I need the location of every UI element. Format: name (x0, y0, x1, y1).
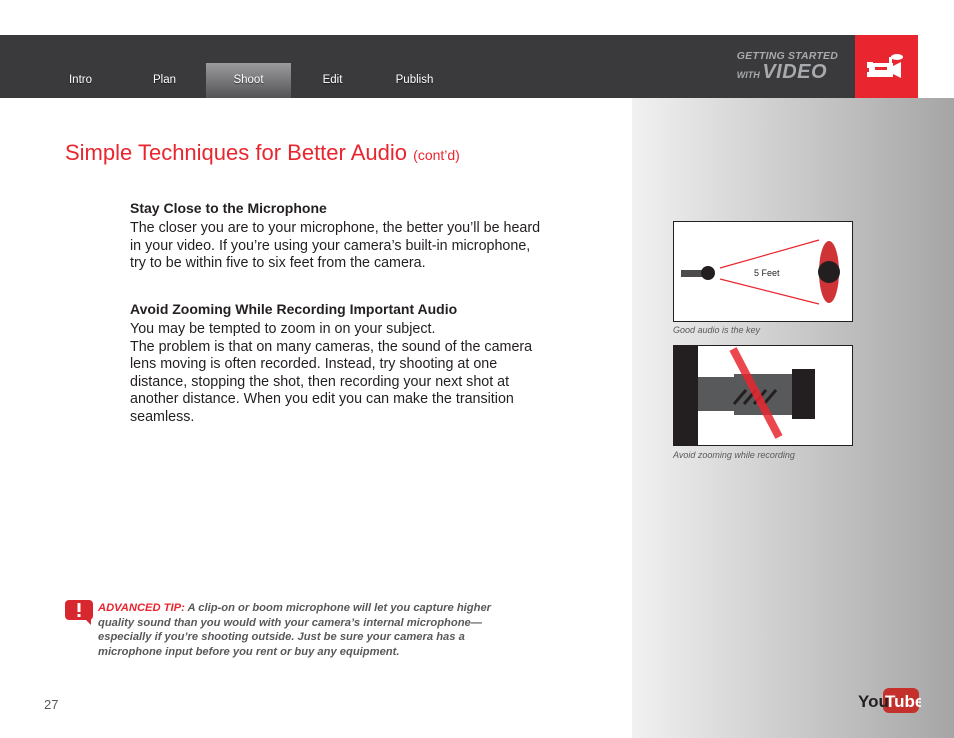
figure-caption: Good audio is the key (673, 325, 761, 335)
microphone-distance-illustration: 5 Feet (681, 239, 840, 305)
figure-microphone-distance: 5 Feet (673, 221, 853, 322)
brand-badge (855, 35, 918, 98)
brand-title: GETTING STARTED WITH VIDEO (737, 50, 838, 84)
tip-label: ADVANCED TIP: (98, 602, 185, 614)
section-stay-close: Stay Close to the Microphone The closer … (130, 200, 550, 273)
page-title: Simple Techniques for Better Audio (cont… (65, 140, 460, 166)
tab-edit[interactable]: Edit (290, 63, 375, 98)
section-heading: Stay Close to the Microphone (130, 200, 327, 216)
camera-zoom-illustration (674, 346, 815, 445)
youtube-tube: Tube (885, 692, 921, 711)
distance-label: 5 Feet (754, 268, 780, 278)
page-title-suffix: (cont’d) (413, 147, 460, 163)
tab-plan[interactable]: Plan (122, 63, 207, 98)
section-heading: Avoid Zooming While Recording Important … (130, 301, 458, 317)
tip-text: ADVANCED TIP: A clip-on or boom micropho… (98, 601, 518, 659)
section-body-intro: You may be tempted to zoom in on your su… (130, 321, 436, 337)
tab-shoot[interactable]: Shoot (206, 63, 291, 98)
tab-publish[interactable]: Publish (372, 63, 457, 98)
section-body: The problem is that on many cameras, the… (130, 338, 533, 425)
section-avoid-zooming: Avoid Zooming While Recording Important … (130, 301, 550, 426)
tab-intro[interactable]: Intro (38, 63, 123, 98)
page-title-text: Simple Techniques for Better Audio (65, 140, 408, 165)
brand-video: VIDEO (762, 61, 828, 83)
figure-avoid-zoom (673, 345, 853, 446)
page-number: 27 (44, 697, 59, 712)
youtube-logo[interactable]: You Tube (857, 687, 924, 720)
alert-speech-bubble-icon (65, 600, 93, 625)
video-camera-icon (867, 54, 903, 78)
section-body: The closer you are to your microphone, t… (130, 220, 541, 271)
figure-caption: Avoid zooming while recording (673, 450, 795, 460)
brand-with: WITH (736, 70, 760, 80)
brand-line2: WITH VIDEO (736, 61, 838, 84)
youtube-logo-icon: You Tube (858, 688, 924, 713)
